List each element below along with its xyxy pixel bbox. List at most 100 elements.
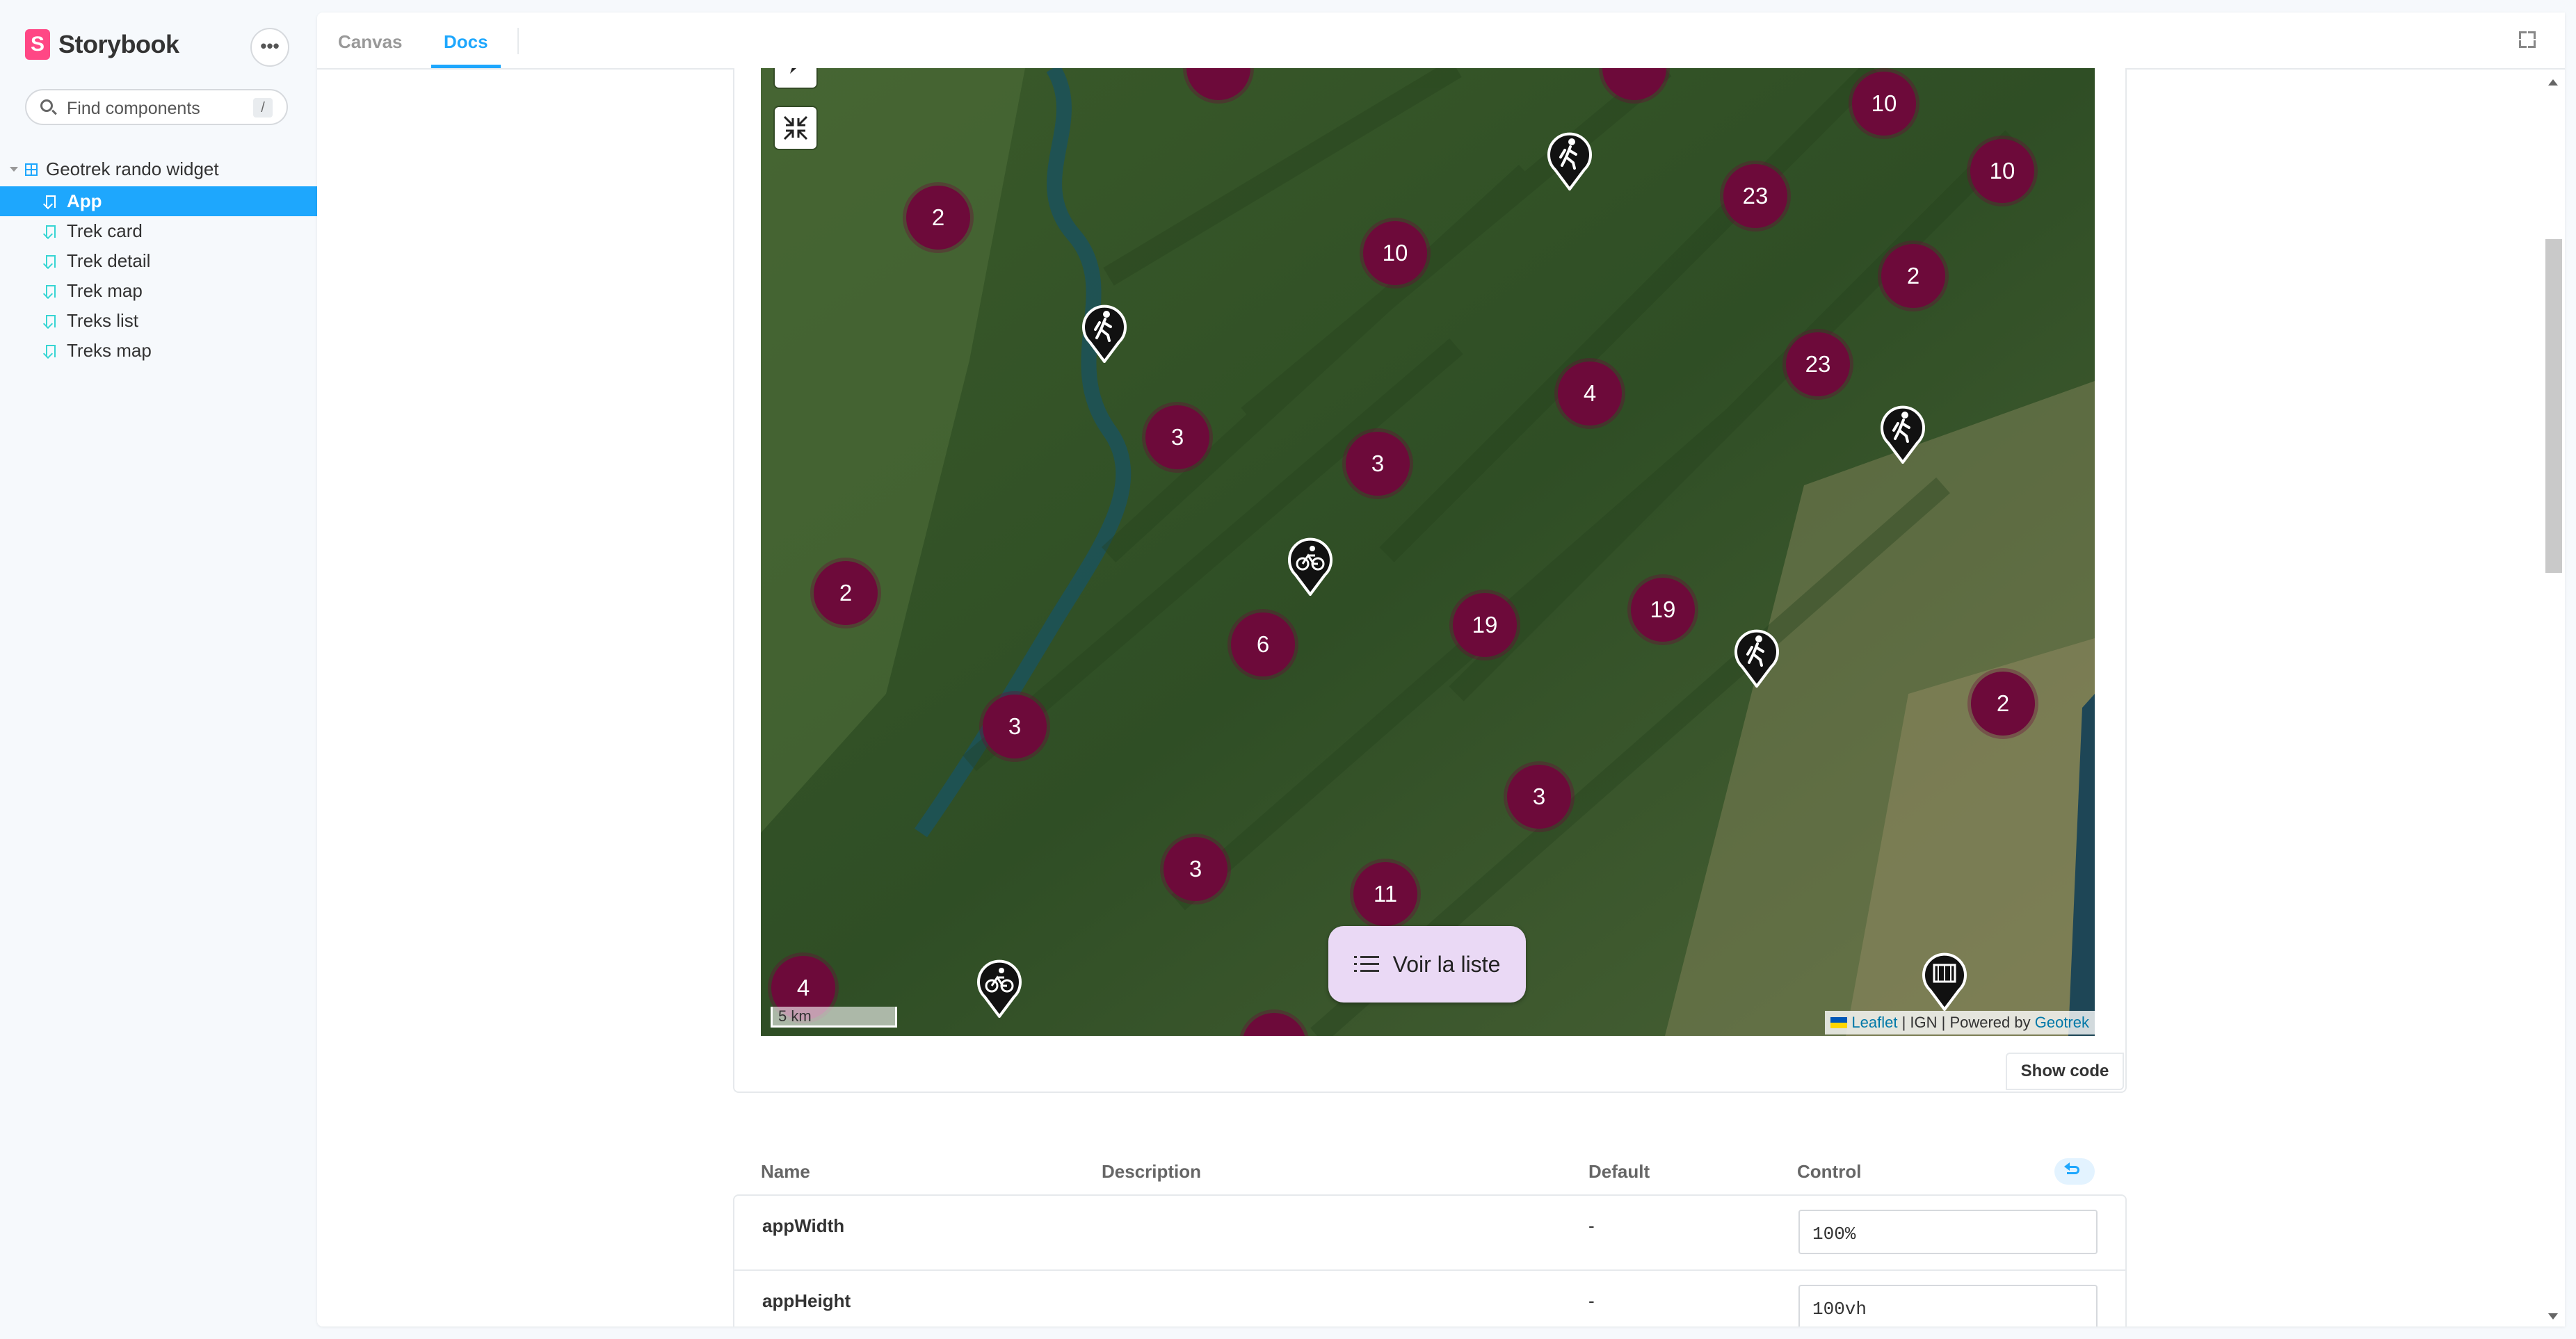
attribution-text: | IGN | Powered by (1897, 1014, 2035, 1031)
sidebar-item-label: Trek card (67, 220, 143, 241)
cycling-icon (1288, 537, 1333, 596)
list-icon (1353, 955, 1379, 973)
more-menu-button[interactable]: ••• (250, 28, 289, 67)
show-code-button[interactable]: Show code (2006, 1053, 2124, 1090)
sidebar-item-app[interactable]: App (0, 186, 317, 216)
cluster-marker[interactable]: 6 (1231, 612, 1295, 676)
cluster-marker[interactable]: 2 (1881, 244, 1945, 308)
component-icon (25, 163, 38, 176)
cluster-marker[interactable]: 19 (1453, 593, 1517, 657)
cluster-marker[interactable]: 3 (1145, 405, 1209, 469)
other-activity-icon (1922, 952, 1967, 1011)
leaflet-link[interactable]: Leaflet (1851, 1011, 1897, 1034)
map-attribution: Leaflet | IGN | Powered by Geotrek (1825, 1011, 2095, 1034)
search-icon (40, 99, 53, 112)
bookmark-icon (46, 254, 56, 268)
sidebar-item-label: Treks map (67, 340, 152, 361)
storybook-logo-icon: S (25, 29, 50, 60)
search-shortcut-key: / (253, 98, 273, 117)
scrollbar-thumb[interactable] (2545, 239, 2562, 573)
hiking-icon (1881, 405, 1925, 464)
locate-arrow-icon (790, 68, 796, 74)
locate-button[interactable] (775, 68, 816, 88)
cluster-marker[interactable]: 3 (983, 695, 1047, 758)
sidebar-item-label: Trek map (67, 280, 143, 301)
sidebar-item-label: Treks list (67, 310, 139, 331)
tree-group-geotrek-rando-widget[interactable]: Geotrek rando widget (10, 159, 219, 180)
hiking-pin-marker[interactable] (1878, 403, 1927, 464)
cluster-marker[interactable]: 3 (1164, 837, 1227, 901)
storybook-brand[interactable]: S Storybook (25, 29, 179, 60)
scroll-up-arrow-icon[interactable] (2548, 79, 2558, 86)
collapse-icon (783, 115, 808, 140)
args-table: Name Description Default Control appWidt… (733, 1144, 2127, 1326)
chevron-down-icon (10, 167, 18, 172)
column-header-name: Name (761, 1161, 810, 1182)
app-height-input[interactable]: 100vh (1798, 1285, 2098, 1326)
cluster-marker[interactable]: 10 (1970, 139, 2034, 203)
sidebar-item-label: Trek detail (67, 250, 151, 271)
cycling-icon (977, 959, 1022, 1018)
bookmark-icon (46, 225, 56, 238)
bookmark-icon (46, 344, 56, 357)
cycling-pin-marker[interactable] (1286, 535, 1335, 596)
hiking-pin-marker[interactable] (1080, 302, 1129, 363)
sidebar-item-trek-detail[interactable]: Trek detail (0, 246, 317, 276)
toolbar-divider (517, 28, 519, 54)
reset-controls-icon[interactable] (2054, 1158, 2095, 1185)
bookmark-icon (46, 314, 56, 327)
story-list: App Trek card Trek detail Trek map Treks… (0, 186, 317, 366)
cluster-marker[interactable]: 3 (1507, 765, 1571, 829)
treks-map[interactable]: 2 10 10 23 10 2 23 4 3 3 2 6 19 19 3 2 3… (761, 68, 2095, 1036)
sidebar-item-treks-map[interactable]: Treks map (0, 336, 317, 366)
arg-name: appHeight (762, 1290, 851, 1311)
toolbar: Canvas Docs (317, 13, 2565, 70)
map-scale: 5 km (771, 1007, 897, 1028)
sidebar-item-trek-map[interactable]: Trek map (0, 276, 317, 306)
tab-canvas[interactable]: Canvas (338, 13, 403, 68)
exit-fullscreen-button[interactable] (775, 107, 816, 149)
sidebar-item-label: App (67, 190, 102, 211)
cluster-marker[interactable]: 3 (1346, 432, 1410, 496)
cycling-pin-marker[interactable] (975, 957, 1024, 1018)
column-header-control: Control (1797, 1161, 1862, 1182)
hiking-pin-marker[interactable] (1732, 626, 1781, 688)
sidebar-item-trek-card[interactable]: Trek card (0, 216, 317, 246)
cluster-marker[interactable]: 19 (1631, 578, 1695, 642)
cluster-marker[interactable]: 4 (1558, 362, 1622, 425)
cluster-marker[interactable]: 2 (814, 561, 878, 625)
show-list-button[interactable]: Voir la liste (1328, 926, 1526, 1003)
fullscreen-icon[interactable] (2519, 31, 2536, 48)
cluster-marker[interactable]: 2 (906, 186, 970, 250)
geotrek-link[interactable]: Geotrek (2035, 1011, 2089, 1034)
args-table-header: Name Description Default Control (733, 1144, 2127, 1194)
hiking-pin-marker[interactable] (1545, 129, 1594, 190)
bookmark-icon (46, 195, 56, 208)
app-width-input[interactable]: 100% (1798, 1210, 2098, 1254)
preview-panel: Canvas Docs 2 10 10 23 10 2 23 4 3 3 2 6… (317, 13, 2565, 1326)
table-row: appWidth - 100% (734, 1196, 2125, 1271)
arg-name: appWidth (762, 1215, 845, 1236)
tree-group-label: Geotrek rando widget (46, 159, 219, 179)
cluster-marker[interactable]: 2 (1971, 672, 2035, 736)
cluster-marker[interactable]: 10 (1852, 72, 1916, 136)
hiking-icon (1082, 305, 1127, 363)
show-list-label: Voir la liste (1392, 951, 1501, 977)
arg-default: - (1588, 1215, 1595, 1236)
scroll-down-arrow-icon[interactable] (2548, 1313, 2558, 1320)
table-row: appHeight - 100vh (734, 1271, 2125, 1326)
cluster-marker[interactable]: 10 (1363, 221, 1427, 285)
sidebar: S Storybook ••• / Geotrek rando widget A… (0, 0, 317, 1339)
cluster-marker[interactable]: 11 (1353, 862, 1417, 926)
search-input[interactable] (65, 96, 256, 121)
cluster-marker[interactable]: 23 (1786, 332, 1850, 396)
tab-docs[interactable]: Docs (431, 13, 501, 68)
cluster-marker[interactable]: 23 (1723, 164, 1787, 228)
activity-pin-marker[interactable] (1920, 950, 1969, 1011)
ukraine-flag-icon (1830, 1017, 1848, 1028)
column-header-default: Default (1588, 1161, 1650, 1182)
scrollbar[interactable] (2541, 68, 2562, 1326)
args-table-body: appWidth - 100% appHeight - 100vh (733, 1194, 2127, 1326)
column-header-description: Description (1102, 1161, 1202, 1182)
sidebar-item-treks-list[interactable]: Treks list (0, 306, 317, 336)
